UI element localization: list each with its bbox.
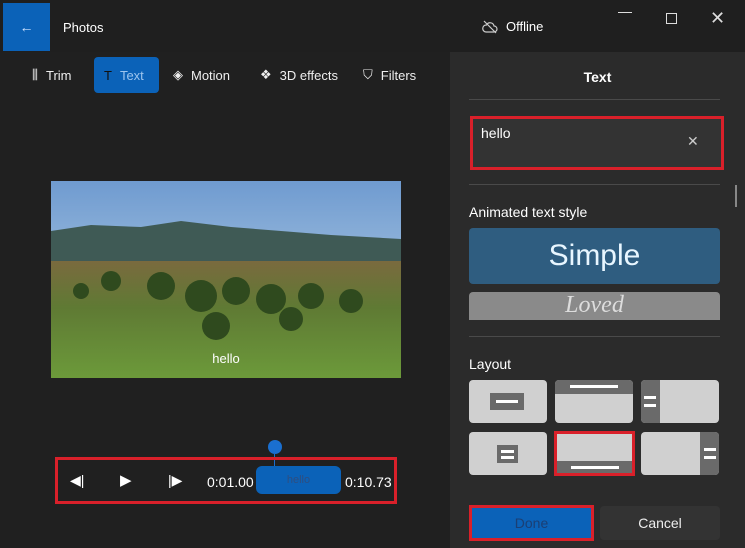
app-title: Photos: [63, 20, 104, 35]
done-button[interactable]: Done: [469, 505, 594, 541]
done-label: Done: [514, 515, 549, 531]
layout-right[interactable]: [641, 432, 719, 475]
step-forward-button[interactable]: |▶: [168, 472, 182, 489]
divider: [469, 99, 720, 100]
tool-label: 3D effects: [279, 67, 338, 83]
maximize-button[interactable]: [666, 13, 677, 24]
back-arrow-icon: ←: [19, 19, 34, 35]
video-overlay-text: hello: [212, 351, 240, 366]
style-label: Loved: [565, 292, 624, 318]
style-simple[interactable]: Simple: [469, 228, 720, 284]
cancel-label: Cancel: [638, 515, 682, 531]
style-label: Simple: [548, 239, 641, 272]
text-input[interactable]: hello ✕: [470, 116, 724, 170]
play-button[interactable]: ▶: [120, 471, 132, 489]
scrollbar-thumb[interactable]: [735, 185, 737, 207]
panel-title: Text: [583, 69, 612, 85]
start-time: 0:01.00: [207, 474, 254, 490]
tool-text[interactable]: T Text: [94, 57, 159, 93]
style-loved[interactable]: Loved: [469, 292, 720, 320]
minimize-button[interactable]: [618, 12, 632, 13]
playhead-handle[interactable]: [268, 440, 282, 454]
tool-label: Motion: [191, 67, 231, 83]
layout-top[interactable]: [555, 380, 633, 423]
status-text: Offline: [506, 19, 544, 34]
3d-effects-icon: ❖: [260, 67, 272, 82]
title-bar: [0, 0, 745, 52]
step-back-button[interactable]: ◀|: [70, 472, 84, 489]
clip-label: hello: [286, 474, 311, 486]
end-time: 0:10.73: [345, 474, 392, 490]
text-input-value: hello: [481, 125, 511, 141]
cloud-offline-icon: [482, 20, 498, 33]
clear-icon[interactable]: ✕: [687, 133, 699, 150]
back-button[interactable]: ←: [3, 3, 50, 51]
video-preview[interactable]: hello: [51, 181, 401, 378]
layout-left[interactable]: [641, 380, 719, 423]
layout-label: Layout: [469, 356, 512, 372]
animated-style-label: Animated text style: [469, 204, 588, 220]
offline-status: Offline: [482, 19, 543, 34]
tool-filters[interactable]: ⛉ Filters: [353, 57, 426, 93]
tool-trim[interactable]: ⫼ Trim: [22, 57, 82, 93]
tool-label: Text: [119, 67, 144, 83]
layout-center-small[interactable]: [469, 432, 547, 475]
tool-motion[interactable]: ◈ Motion: [163, 57, 240, 93]
tool-label: Trim: [45, 67, 72, 83]
filters-icon: ⛉: [363, 67, 373, 82]
close-button[interactable]: ✕: [710, 8, 725, 29]
divider: [469, 336, 720, 337]
tool-3d-effects[interactable]: ❖ 3D effects: [250, 57, 348, 93]
cancel-button[interactable]: Cancel: [600, 506, 720, 540]
video-frame: [51, 181, 401, 378]
divider: [469, 184, 720, 185]
text-add-icon: T: [104, 67, 112, 83]
text-clip-range[interactable]: hello: [256, 466, 341, 494]
trim-icon: ⫼: [32, 67, 38, 82]
motion-icon: ◈: [173, 67, 183, 82]
layout-center[interactable]: [469, 380, 547, 423]
tool-label: Filters: [380, 67, 417, 83]
layout-bottom-selected[interactable]: [554, 431, 635, 476]
